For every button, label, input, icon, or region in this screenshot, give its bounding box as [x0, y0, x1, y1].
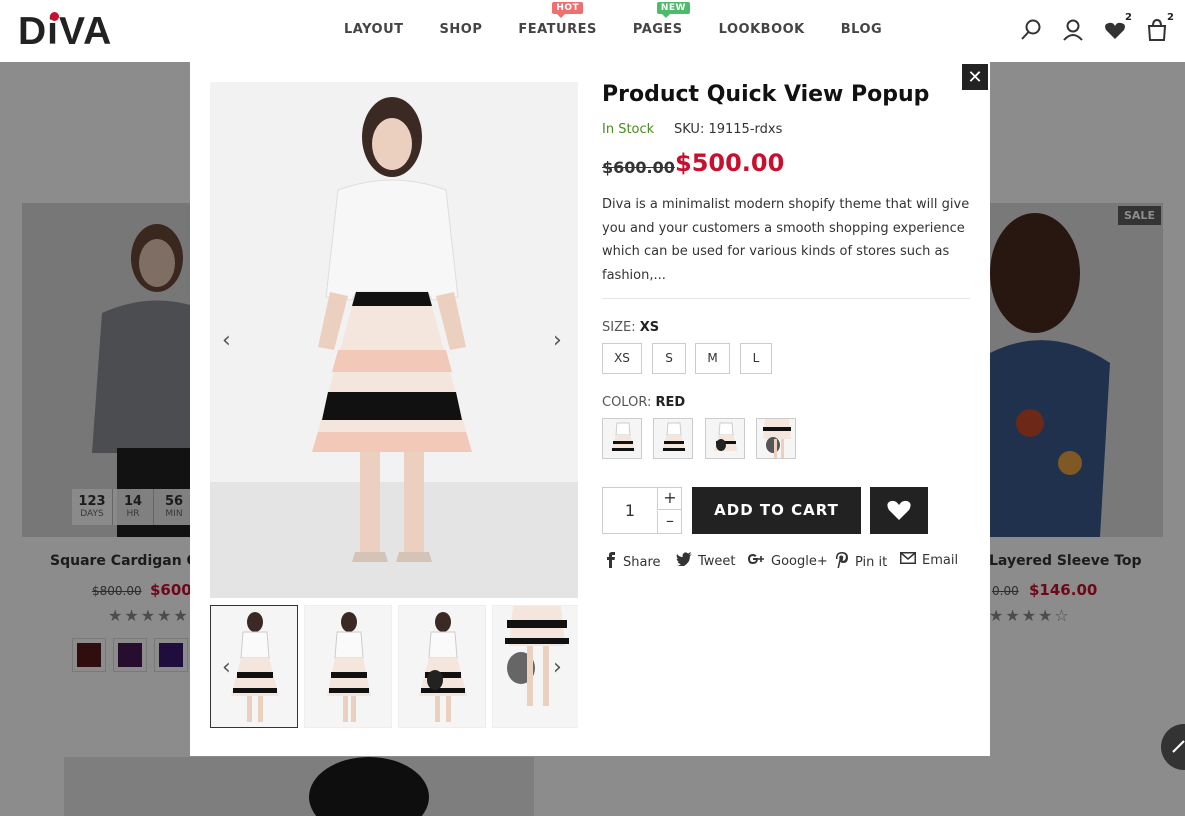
size-option-xs[interactable]: XS: [602, 343, 642, 374]
color-selected: RED: [655, 395, 686, 410]
quantity-input[interactable]: [603, 488, 657, 533]
size-option-m[interactable]: M: [695, 343, 730, 374]
compare-price: $600.00: [602, 158, 675, 177]
color-label: COLOR: RED: [602, 395, 686, 410]
sku-text: SKU: 19115-rdxs: [674, 122, 783, 137]
size-label: SIZE: XS: [602, 320, 660, 335]
new-badge: NEW: [656, 2, 690, 18]
nav-shop[interactable]: SHOP: [440, 22, 483, 37]
nav-pages[interactable]: NEW PAGES: [633, 2, 690, 37]
google-plus-icon: [747, 552, 765, 570]
product-title: Product Quick View Popup: [602, 82, 930, 107]
add-to-cart-button[interactable]: ADD TO CART: [692, 487, 861, 534]
color-swatch-2[interactable]: [653, 418, 693, 459]
thumbnail-next-arrow[interactable]: ›: [553, 655, 562, 680]
stock-status: In Stock: [602, 122, 655, 137]
share-facebook[interactable]: Share: [605, 552, 661, 572]
share-google-plus[interactable]: Google+: [747, 552, 828, 570]
color-swatch-4[interactable]: [756, 418, 796, 459]
thumbnail-2[interactable]: [304, 605, 392, 728]
nav-lookbook[interactable]: LOOKBOOK: [719, 22, 805, 37]
quantity-increase-button[interactable]: +: [657, 488, 682, 510]
color-swatch-3[interactable]: [705, 418, 745, 459]
main-image-next-arrow[interactable]: ›: [553, 328, 562, 353]
sku-value: 19115-rdxs: [708, 122, 783, 137]
email-icon: [900, 552, 916, 568]
cart-icon[interactable]: 2: [1146, 12, 1174, 42]
twitter-icon: [676, 552, 692, 570]
close-button[interactable]: ✕: [960, 62, 990, 92]
thumbnail-3[interactable]: [398, 605, 486, 728]
quantity-stepper: + –: [602, 487, 682, 534]
share-email[interactable]: Email: [900, 552, 958, 568]
sale-price: $500.00: [675, 149, 785, 177]
color-swatch-1[interactable]: [602, 418, 642, 459]
nav-features[interactable]: HOT FEATURES: [518, 2, 597, 37]
header-icons: 2 2: [1020, 12, 1174, 42]
divider: [602, 298, 970, 299]
share-twitter[interactable]: Tweet: [676, 552, 736, 570]
wishlist-icon[interactable]: 2: [1104, 12, 1132, 42]
main-nav: LAYOUT SHOP HOT FEATURES NEW PAGES LOOKBOO…: [344, 2, 882, 37]
product-main-image[interactable]: [210, 82, 578, 598]
pinterest-icon: [835, 552, 849, 572]
main-image-prev-arrow[interactable]: ‹: [222, 328, 231, 353]
size-selected: XS: [639, 320, 660, 335]
site-logo[interactable]: DiVA: [18, 10, 112, 54]
thumbnail-strip: [210, 605, 578, 729]
share-pinterest[interactable]: Pin it: [835, 552, 887, 572]
add-to-wishlist-button[interactable]: [870, 487, 928, 534]
search-icon[interactable]: [1020, 18, 1041, 42]
cart-count: 2: [1167, 12, 1174, 23]
thumbnail-prev-arrow[interactable]: ‹: [222, 655, 231, 680]
size-option-s[interactable]: S: [652, 343, 686, 374]
hot-badge: HOT: [552, 2, 584, 18]
thumbnail-4[interactable]: [492, 605, 578, 728]
wishlist-count: 2: [1125, 12, 1132, 23]
nav-blog[interactable]: BLOG: [841, 22, 882, 37]
quantity-decrease-button[interactable]: –: [657, 511, 682, 533]
site-header: DiVA LAYOUT SHOP HOT FEATURES NEW PAGES LO…: [0, 0, 1185, 62]
product-description: Diva is a minimalist modern shopify them…: [602, 197, 970, 283]
size-option-l[interactable]: L: [740, 343, 772, 374]
nav-layout[interactable]: LAYOUT: [344, 22, 404, 37]
account-icon[interactable]: [1062, 18, 1083, 42]
facebook-icon: [605, 552, 617, 572]
back-to-top-button[interactable]: [1161, 724, 1185, 770]
